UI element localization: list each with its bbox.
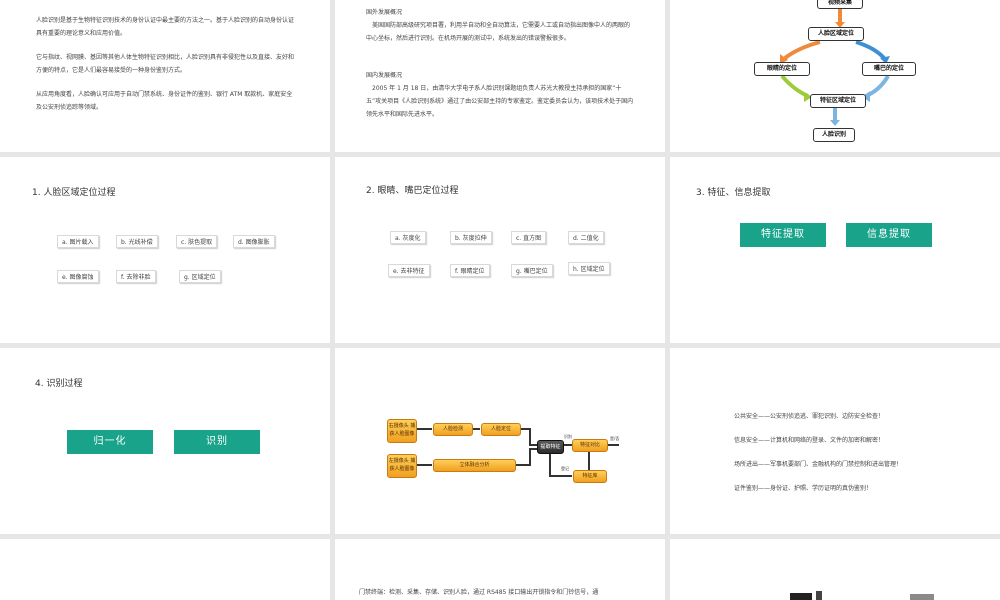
- label-yes-no: 是/否: [610, 436, 620, 441]
- arrow-extract-library: [549, 453, 572, 477]
- box-feature-region: 特征区域定位: [810, 94, 866, 108]
- intro-paragraph-1: 人脸识别是基于生物特征识别技术的身份认证中最主要的方法之一。基于人脸识别的自动身…: [36, 17, 295, 37]
- slide-feature-extraction: 3. 特征、信息提取 特征提取 信息提取: [670, 157, 1000, 343]
- tag-h: h. 区域定位: [568, 262, 610, 275]
- box-feature-extract: 提取特征: [537, 440, 564, 454]
- tag-b: b. 光线补偿: [116, 235, 158, 248]
- terminal-text: 门禁终端：检测、采集、存储、识别人脸，通过 RS485 接口输出开锁指令和门铃信…: [359, 589, 599, 596]
- slide-title: 3. 特征、信息提取: [696, 188, 771, 198]
- slide-system-diagram: 右摄像头 捕获人脸图像 人脸检测 人脸定位 左摄像头 捕获人脸图像 立体融合分析…: [335, 348, 665, 534]
- tag-d: d. 二值化: [568, 231, 604, 244]
- tag-g: g. 嘴巴定位: [511, 264, 553, 277]
- slide-face-region-process: 1. 人脸区域定位过程 a. 图片载入 b. 光线补偿 c. 肤色提取 d. 图…: [0, 157, 330, 343]
- slide-title: 4. 识别过程: [35, 379, 83, 389]
- tag-e: e. 去非特征: [388, 264, 430, 277]
- tag-c: c. 肤色提取: [176, 235, 218, 248]
- arrow-locate-extract: [520, 428, 537, 446]
- arrow-region-to-eyes: [783, 40, 821, 60]
- box-left-camera: 左摄像头 捕获人脸图像: [387, 454, 417, 478]
- box-face-region: 人脸区域定位: [808, 27, 864, 41]
- intro-paragraph-3: 从应用角度看，人脸确认可应用于自动门禁系统、身份证件的鉴别、银行 ATM 取款机…: [36, 91, 293, 111]
- application-line-4: 证件鉴别——身份证、护照、学历证明的真伪鉴别！: [734, 485, 873, 492]
- box-face-locate: 人脸定位: [481, 423, 521, 436]
- box-eyes: 眼睛的定位: [754, 62, 810, 76]
- slide-title: 2. 眼睛、嘴巴定位过程: [366, 186, 459, 196]
- box-stereo-fusion: 立体融合分析: [433, 459, 516, 472]
- domestic-text: 2005 年 1 月 18 日，由清华大学电子系人脸识别课题组负责人苏光大教授主…: [366, 85, 634, 118]
- box-face-detect: 人脸检测: [433, 423, 473, 436]
- tag-d: d. 图像膨胀: [233, 235, 275, 248]
- foreign-title: 国外发展概况: [366, 9, 403, 16]
- box-feature-library: 特征库: [573, 470, 607, 483]
- info-extract-button[interactable]: 信息提取: [846, 223, 932, 247]
- domestic-title: 国内发展概况: [366, 72, 403, 79]
- slide-applications: 公共安全——公安刑侦追逃、罪犯识别、边防安全检查！ 信息安全——计算机和网络的登…: [670, 348, 1000, 534]
- feature-extract-button[interactable]: 特征提取: [740, 223, 826, 247]
- box-recognition: 人脸识别: [813, 128, 855, 142]
- foreign-text: 美国国防部高级研究项目署，利用半自动和全自动算法，它需要人工或自动指出图像中人的…: [366, 22, 631, 42]
- arrow-region-to-mouth: [855, 40, 886, 60]
- label-register: 登记: [561, 466, 569, 471]
- tag-f: f. 去除非脸: [116, 270, 156, 283]
- tag-f: f. 眼睛定位: [450, 264, 490, 277]
- application-line-1: 公共安全——公安刑侦追逃、罪犯识别、边防安全检查！: [734, 413, 885, 420]
- box-video-capture: 视频采集: [817, 0, 863, 9]
- tag-c: c. 直方图: [511, 231, 547, 244]
- arrow-fusion-extract: [515, 448, 537, 466]
- arrow-head-6: [830, 120, 840, 126]
- box-feature-compare: 特征对比: [572, 439, 608, 452]
- slide-intro: 人脸识别是基于生物特征识别技术的身份认证中最主要的方法之一。基于人脸识别的自动身…: [0, 0, 330, 152]
- application-line-2: 信息安全——计算机和网络的登录、文件的加密和解密！: [734, 437, 885, 444]
- intro-paragraph-2: 它与指纹、视网膜、基因等其他人体生物特征识别相比，人脸识别具有非侵犯性以及直接、…: [36, 54, 295, 74]
- slide-title: 1. 人脸区域定位过程: [32, 188, 116, 198]
- tag-a: a. 灰度化: [390, 231, 426, 244]
- slide-flowchart: 视频采集 人脸区域定位 眼睛的定位 嘴巴的定位 特征区域定位 人脸识别: [670, 0, 1000, 152]
- label-recognize: 识别: [564, 434, 572, 439]
- slide-access-terminal: 门禁终端：检测、采集、存储、识别人脸，通过 RS485 接口输出开锁指令和门铃信…: [335, 539, 665, 600]
- device-unit-icon: [910, 594, 934, 600]
- slide-eye-mouth-process: 2. 眼睛、嘴巴定位过程 a. 灰度化 b. 灰度拉伸 c. 直方图 d. 二值…: [335, 157, 665, 343]
- tag-b: b. 灰度拉伸: [450, 231, 492, 244]
- recognize-button[interactable]: 识别: [174, 430, 260, 454]
- slide-recognition-process: 4. 识别过程 归一化 识别: [0, 348, 330, 534]
- normalize-button[interactable]: 归一化: [67, 430, 153, 454]
- application-line-3: 场所进出——军事机要部门、金融机构的门禁控制和进出管理！: [734, 461, 903, 468]
- tag-g: g. 区域定位: [179, 270, 221, 283]
- tag-e: e. 图像腐蚀: [57, 270, 99, 283]
- tag-a: a. 图片载入: [57, 235, 99, 248]
- box-right-camera: 右摄像头 捕获人脸图像: [387, 419, 417, 443]
- box-mouth: 嘴巴的定位: [862, 62, 916, 76]
- slide-bottom-left: [0, 539, 330, 600]
- device-screen-icon: [816, 591, 822, 600]
- slide-development: 国外发展概况 美国国防部高级研究项目署，利用半自动和全自动算法，它需要人工或自动…: [335, 0, 665, 152]
- slide-hardware: [670, 539, 1000, 600]
- device-monitor-icon: [790, 593, 812, 600]
